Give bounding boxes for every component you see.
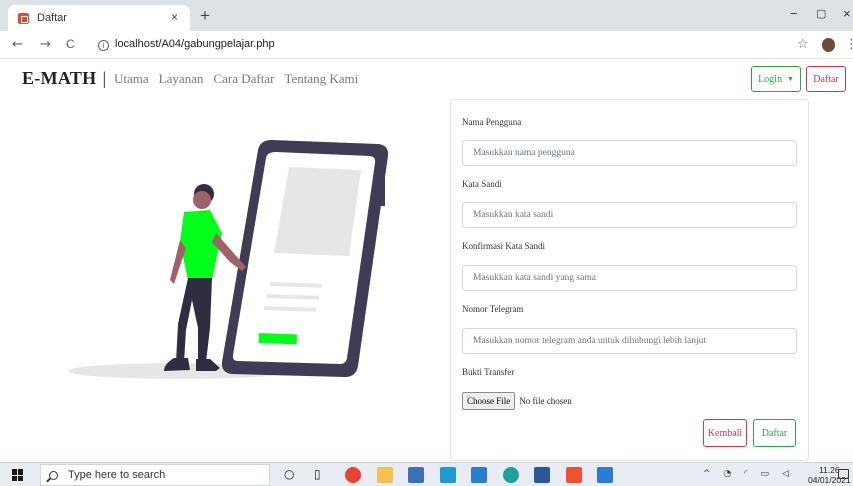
favicon-icon [18,12,29,24]
telegram-label: Nomor Telegram [462,304,524,314]
nav-link-cara-daftar[interactable]: Cara Daftar [213,71,274,87]
confirm-password-label: Konfirmasi Kata Sandi [462,241,545,251]
password-input[interactable] [462,202,797,228]
browser-tab[interactable]: Daftar × [8,5,190,31]
telegram-input[interactable] [462,328,797,354]
system-tray-icons[interactable]: ^ ◔ ◜ ▭ ◁ [703,469,794,479]
cortana-icon[interactable]: ○ [284,467,294,481]
address-bar: ← → C i localhost/A04/gabungpelajar.php ☆… [0,31,853,59]
nav-daftar-button[interactable]: Daftar [806,66,846,92]
back-button[interactable]: ← [12,37,23,52]
windows-start-icon[interactable] [12,469,24,481]
edge-icon[interactable] [503,467,519,483]
file-status: No file chosen [519,396,572,406]
app-l-icon[interactable] [440,467,456,483]
taskbar-search[interactable]: Type here to search [40,464,270,486]
bookmark-star-icon[interactable]: ☆ [797,37,809,52]
smartphone-illustration [221,140,389,377]
login-dropdown-button[interactable]: Login ▼ [751,66,801,92]
forward-button[interactable]: → [40,37,51,52]
vscode-icon[interactable] [597,467,613,483]
xampp-icon[interactable] [566,467,582,483]
profile-avatar[interactable] [822,38,835,52]
info-icon[interactable]: i [98,40,109,51]
tab-close-icon[interactable]: × [171,10,178,24]
username-label: Nama Pengguna [462,117,522,127]
browser-tab-bar: Daftar × + − ▢ × [0,0,853,31]
file-explorer-icon[interactable] [377,467,393,483]
mail-icon[interactable] [471,467,487,483]
nav-link-layanan[interactable]: Layanan [159,71,204,87]
windows-taskbar: Type here to search ○ ▯ ^ ◔ ◜ ▭ ◁ 11.26 … [0,462,853,486]
password-label: Kata Sandi [462,179,502,189]
task-view-icon[interactable]: ▯ [314,467,321,481]
caret-down-icon: ▼ [786,75,794,83]
reload-button[interactable]: C [66,37,75,51]
minimize-button[interactable]: − [790,6,798,21]
back-form-button[interactable]: Kembali [703,419,747,447]
brand-text: E-MATH [22,68,97,88]
signup-illustration [68,140,389,379]
brand-separator: | [102,68,107,88]
choose-file-button[interactable]: Choose File [462,392,516,410]
transfer-proof-label: Bukti Transfer [462,367,515,377]
url-field[interactable]: i localhost/A04/gabungpelajar.php [98,38,275,51]
confirm-password-input[interactable] [462,265,797,291]
notification-icon[interactable] [838,469,849,479]
tab-title: Daftar [37,12,67,24]
maximize-button[interactable]: ▢ [816,7,826,20]
nav-link-tentang-kami[interactable]: Tentang Kami [284,71,358,87]
browser-menu-icon[interactable]: ⋮ [845,37,853,52]
word-icon[interactable] [534,467,550,483]
login-label: Login [758,73,782,85]
close-window-button[interactable]: × [843,6,851,21]
brand-logo[interactable]: E-MATH | [22,68,106,89]
chrome-icon[interactable] [345,467,361,483]
nav-link-utama[interactable]: Utama [114,71,149,87]
submit-daftar-button[interactable]: Daftar [753,419,796,447]
store-icon[interactable] [408,467,424,483]
username-input[interactable] [462,140,797,166]
search-icon [49,470,58,480]
new-tab-button[interactable]: + [200,6,210,26]
nav-links: Utama Layanan Cara Daftar Tentang Kami [114,71,358,87]
file-upload: Choose File No file chosen [462,392,572,410]
taskbar-search-placeholder: Type here to search [68,469,166,481]
url-text: localhost/A04/gabungpelajar.php [115,38,275,50]
